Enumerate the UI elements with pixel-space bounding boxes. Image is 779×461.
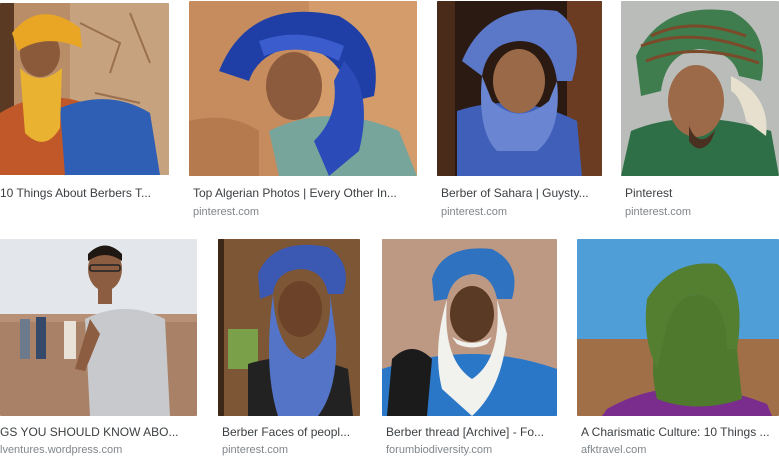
- result-thumbnail[interactable]: [577, 239, 779, 416]
- result-source: pinterest.com: [222, 444, 289, 456]
- result-source: forumbiodiversity.com: [386, 444, 493, 456]
- result-thumbnail[interactable]: [218, 239, 360, 416]
- image-result-1[interactable]: 10 Things About Berbers T...: [0, 0, 172, 215]
- result-source: pinterest.com: [193, 206, 260, 218]
- image-result-3[interactable]: Berber of Sahara | Guysty... pinterest.c…: [437, 0, 605, 220]
- result-title[interactable]: Top Algerian Photos | Every Other In...: [193, 185, 419, 201]
- result-thumbnail[interactable]: [621, 1, 779, 176]
- image-result-7[interactable]: Berber thread [Archive] - Fo... forumbio…: [382, 239, 560, 461]
- result-title[interactable]: Berber Faces of peopl...: [222, 424, 363, 440]
- image-result-8[interactable]: A Charismatic Culture: 10 Things ... afk…: [577, 239, 779, 461]
- result-source: lventures.wordpress.com: [0, 444, 123, 456]
- result-thumbnail[interactable]: [189, 1, 417, 176]
- result-source: afktravel.com: [581, 444, 647, 456]
- result-source: pinterest.com: [625, 206, 692, 218]
- result-thumbnail[interactable]: [437, 1, 602, 176]
- result-title[interactable]: Berber of Sahara | Guysty...: [441, 185, 605, 201]
- result-title[interactable]: 10 Things About Berbers T...: [0, 185, 172, 201]
- result-title[interactable]: GS YOU SHOULD KNOW ABO...: [0, 424, 200, 440]
- image-result-4[interactable]: Pinterest pinterest.com: [621, 0, 779, 220]
- image-result-5[interactable]: GS YOU SHOULD KNOW ABO... lventures.word…: [0, 239, 200, 461]
- image-result-6[interactable]: Berber Faces of peopl... pinterest.com: [218, 239, 363, 461]
- result-title[interactable]: A Charismatic Culture: 10 Things ...: [581, 424, 779, 440]
- image-result-2[interactable]: Top Algerian Photos | Every Other In... …: [189, 0, 419, 220]
- result-source: pinterest.com: [441, 206, 508, 218]
- result-thumbnail[interactable]: [382, 239, 557, 416]
- result-title[interactable]: Berber thread [Archive] - Fo...: [386, 424, 560, 440]
- result-thumbnail[interactable]: [0, 3, 169, 175]
- result-title[interactable]: Pinterest: [625, 185, 779, 201]
- result-thumbnail[interactable]: [0, 239, 197, 416]
